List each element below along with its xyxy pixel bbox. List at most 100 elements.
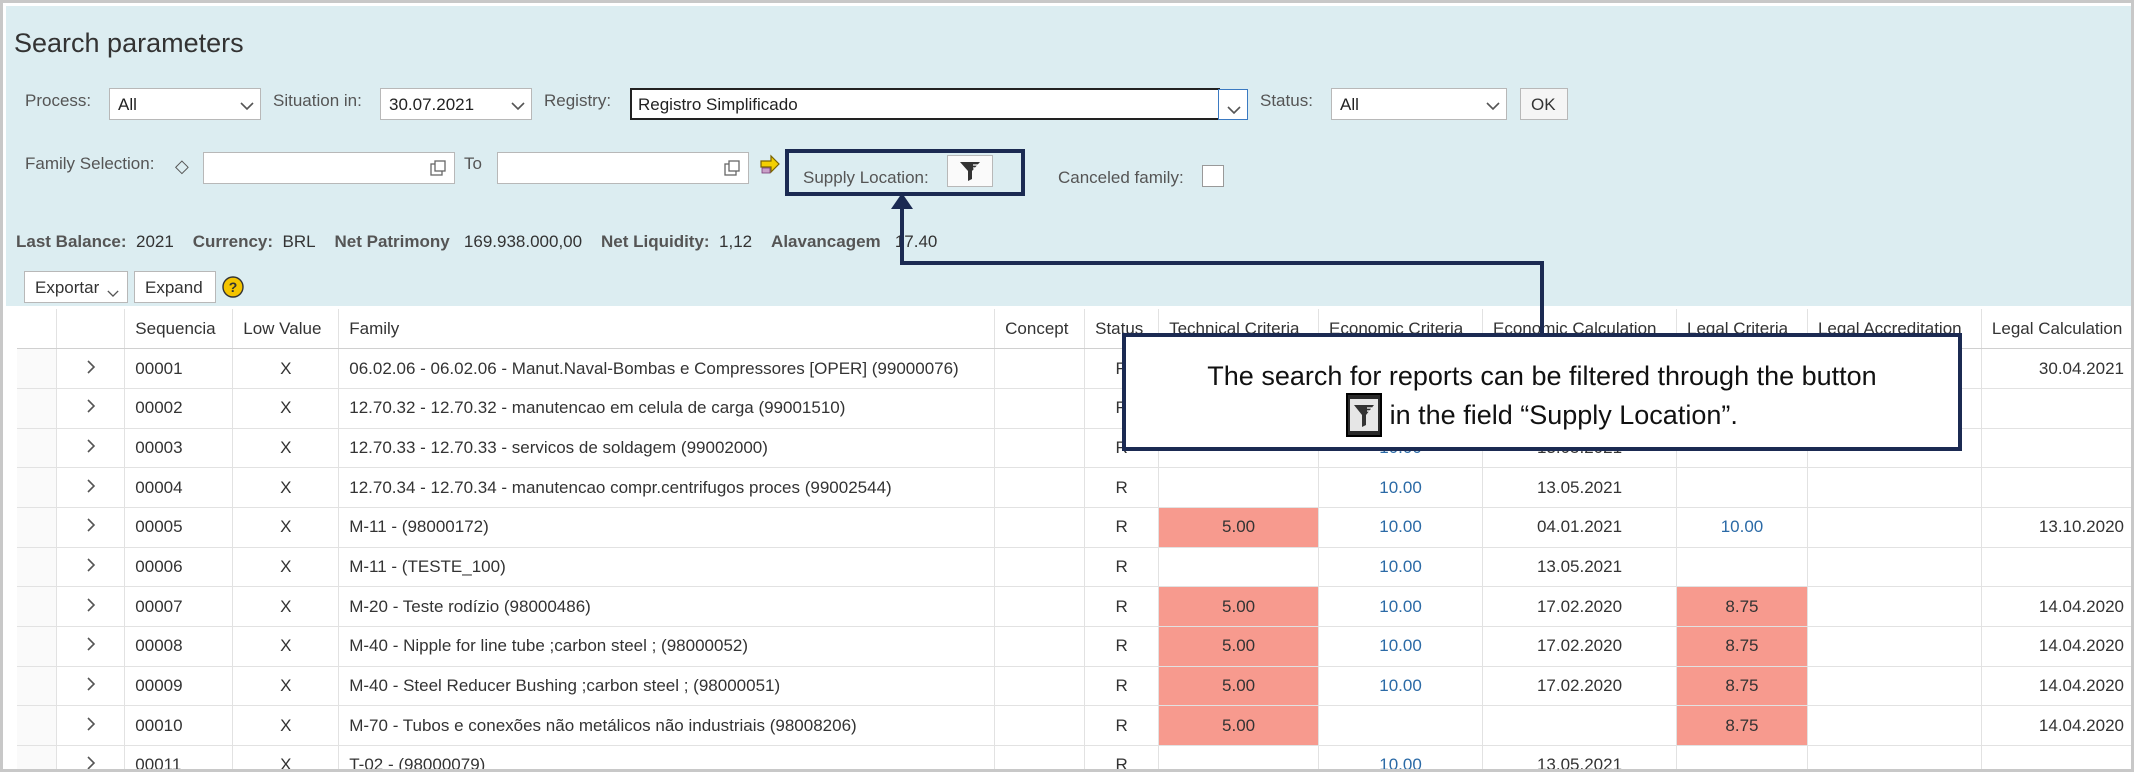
- registry-dropdown-button[interactable]: [1218, 89, 1248, 120]
- expand-row-button[interactable]: [56, 586, 126, 627]
- cell-concept: [994, 626, 1086, 667]
- cell-economic-criteria: [1318, 705, 1484, 747]
- cell-sequencia: 00011: [124, 745, 234, 769]
- cell-sequencia: 00007: [124, 586, 234, 627]
- help-icon[interactable]: ?: [221, 275, 245, 304]
- table-row[interactable]: 00007 X M-20 - Teste rodízio (98000486) R 5.…: [17, 586, 2131, 627]
- cell-technical-criteria: 5.00: [1158, 626, 1320, 667]
- row-selector[interactable]: [17, 586, 58, 627]
- cell-low-value: X: [232, 586, 340, 627]
- expand-row-button[interactable]: [56, 428, 126, 469]
- cell-legal-criteria[interactable]: 8.75: [1676, 586, 1808, 627]
- row-selector[interactable]: [17, 507, 58, 548]
- cell-economic-criteria[interactable]: 10.00: [1318, 626, 1484, 667]
- table-row[interactable]: 00009 X M-40 - Steel Reducer Bushing ;carb…: [17, 666, 2131, 707]
- cell-family: M-40 - Steel Reducer Bushing ;carbon ste…: [338, 666, 996, 707]
- row-selector[interactable]: [17, 547, 58, 588]
- cell-economic-criteria[interactable]: 10.00: [1318, 666, 1484, 707]
- ok-button[interactable]: OK: [1520, 88, 1568, 120]
- table-row[interactable]: 00010 X M-70 - Tubos e conexões não metáli…: [17, 705, 2131, 747]
- cell-family: 06.02.06 - 06.02.06 - Manut.Naval-Bombas…: [338, 348, 996, 389]
- row-selector[interactable]: [17, 705, 58, 747]
- row-selector[interactable]: [17, 626, 58, 667]
- cell-economic-criteria[interactable]: 10.00: [1318, 547, 1484, 588]
- cell-economic-criteria[interactable]: 10.00: [1318, 745, 1484, 769]
- column-header[interactable]: Low Value: [232, 309, 340, 350]
- cell-family: M-11 - (TESTE_100): [338, 547, 996, 588]
- last-balance-value: 2021: [136, 232, 174, 251]
- expand-row-button[interactable]: [56, 705, 126, 747]
- cell-family: T-02 - (98000079): [338, 745, 996, 769]
- net-patrimony-value: 169.938.000,00: [463, 232, 583, 251]
- expand-row-button[interactable]: [56, 626, 126, 667]
- cell-concept: [994, 507, 1086, 548]
- column-header[interactable]: Legal Calculation: [1981, 309, 2131, 350]
- table-row[interactable]: 00008 X M-40 - Nipple for line tube ;carbo…: [17, 626, 2131, 667]
- callout-line-2: in the field “Supply Location”.: [1389, 400, 1738, 431]
- cell-economic-calculation: 13.05.2021: [1482, 547, 1677, 588]
- row-selector[interactable]: [17, 428, 58, 469]
- cell-economic-criteria[interactable]: 10.00: [1318, 467, 1484, 508]
- value-help-icon[interactable]: [724, 160, 740, 176]
- cell-economic-criteria[interactable]: 10.00: [1318, 507, 1484, 548]
- cell-legal-calculation: [1981, 428, 2131, 469]
- expand-row-button[interactable]: [56, 547, 126, 588]
- chevron-right-icon: [87, 558, 95, 572]
- table-row[interactable]: 00006 X M-11 - (TESTE_100) R 10.00 13.05.2021: [17, 547, 2131, 588]
- cell-concept: [994, 705, 1086, 747]
- cell-legal-criteria[interactable]: 8.75: [1676, 626, 1808, 667]
- canceled-family-label: Canceled family:: [1058, 168, 1184, 187]
- cell-status: R: [1084, 626, 1160, 667]
- currency-value: BRL: [282, 232, 316, 251]
- cell-legal-criteria[interactable]: 8.75: [1676, 705, 1808, 747]
- row-selector[interactable]: [17, 388, 58, 429]
- export-menu-button[interactable]: Exportar: [24, 271, 128, 303]
- cell-legal-criteria[interactable]: 10.00: [1676, 507, 1808, 548]
- cell-legal-criteria[interactable]: 8.75: [1676, 666, 1808, 707]
- cell-legal-criteria: [1676, 467, 1808, 508]
- expand-row-button[interactable]: [56, 348, 126, 389]
- status-select[interactable]: All: [1331, 88, 1507, 120]
- arrow-up-icon: [891, 193, 913, 214]
- expand-button[interactable]: Expand: [134, 271, 216, 303]
- situation-date-select[interactable]: 30.07.2021: [380, 88, 532, 120]
- registry-input[interactable]: Registro Simplificado: [630, 88, 1220, 120]
- table-row[interactable]: 00011 X T-02 - (98000079) R 10.00 13.05.2021: [17, 745, 2131, 769]
- row-selector[interactable]: [17, 348, 58, 389]
- family-from-input[interactable]: [203, 152, 455, 184]
- cell-sequencia: 00001: [124, 348, 234, 389]
- row-selector[interactable]: [17, 467, 58, 508]
- expand-row-button[interactable]: [56, 467, 126, 508]
- cell-legal-calculation: 13.10.2020: [1981, 507, 2131, 548]
- supply-location-filter-button[interactable]: [947, 155, 993, 187]
- column-header[interactable]: Concept: [994, 309, 1086, 350]
- column-header[interactable]: Family: [338, 309, 996, 350]
- cell-legal-criteria: [1676, 745, 1808, 769]
- summary-line: Last Balance: 2021 Currency: BRL Net Pat…: [16, 232, 937, 252]
- expand-row-button[interactable]: [56, 388, 126, 429]
- cell-concept: [994, 586, 1086, 627]
- family-selection-label: Family Selection:: [25, 154, 155, 173]
- cell-legal-accreditation: [1807, 626, 1982, 667]
- table-row[interactable]: 00005 X M-11 - (98000172) R 5.00 10.00 04.01.2…: [17, 507, 2131, 548]
- expand-row-button[interactable]: [56, 666, 126, 707]
- canceled-family-checkbox[interactable]: [1202, 165, 1224, 187]
- chevron-right-icon: [87, 637, 95, 651]
- row-selector[interactable]: [17, 666, 58, 707]
- cell-economic-criteria[interactable]: 10.00: [1318, 586, 1484, 627]
- family-to-input[interactable]: [497, 152, 749, 184]
- row-selector[interactable]: [17, 745, 58, 769]
- select-all-header[interactable]: [17, 309, 58, 350]
- expand-row-button[interactable]: [56, 745, 126, 769]
- cell-family: M-70 - Tubos e conexões não metálicos nã…: [338, 705, 996, 747]
- process-select[interactable]: All: [109, 88, 261, 120]
- table-row[interactable]: 00004 X 12.70.34 - 12.70.34 - manutencao c…: [17, 467, 2131, 508]
- chevron-down-icon: [240, 96, 254, 111]
- cell-status: R: [1084, 666, 1160, 707]
- cell-low-value: X: [232, 547, 340, 588]
- multiple-selection-icon[interactable]: [759, 153, 781, 180]
- expand-row-button[interactable]: [56, 507, 126, 548]
- value-help-icon[interactable]: [430, 160, 446, 176]
- column-header[interactable]: Sequencia: [124, 309, 234, 350]
- app-window: Search parameters Process: All Situation…: [0, 0, 2134, 772]
